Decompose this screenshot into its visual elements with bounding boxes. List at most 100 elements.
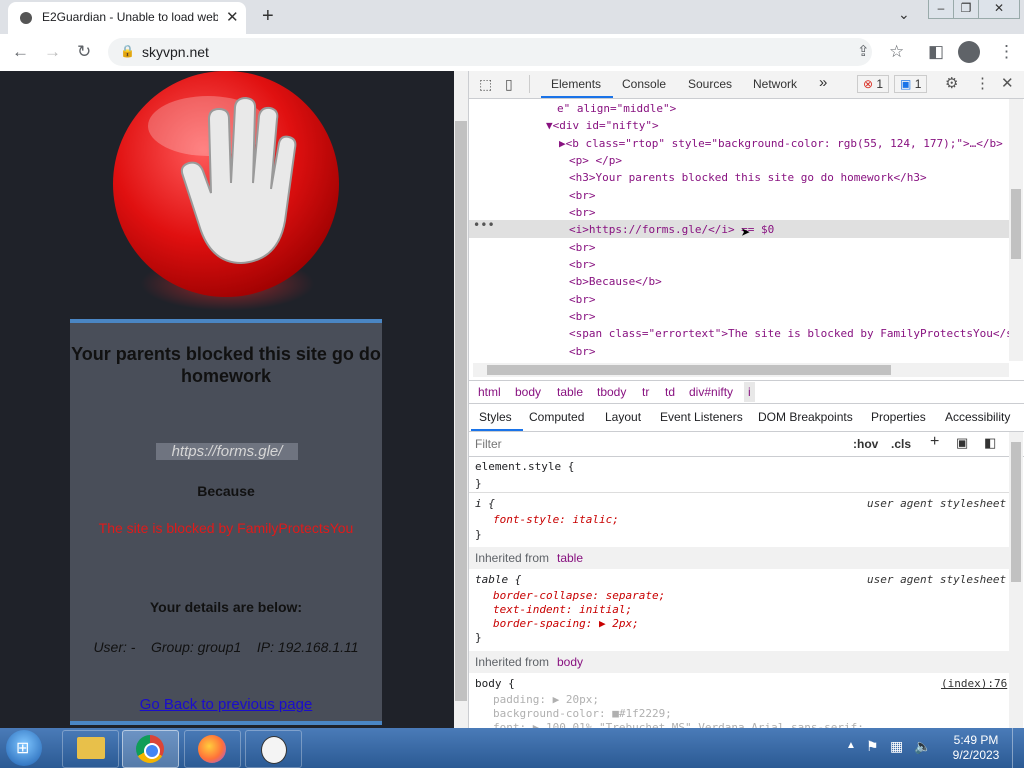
settings-gear-icon[interactable]: ⚙ xyxy=(945,74,958,92)
styles-scrollbar[interactable] xyxy=(1009,432,1023,728)
tab-sources[interactable]: Sources xyxy=(688,77,732,91)
dom-node[interactable]: ▼<div id="nifty"> xyxy=(546,119,659,132)
dom-node[interactable]: <span class="errortext">The site is bloc… xyxy=(569,327,1009,340)
tab-network[interactable]: Network xyxy=(753,77,797,91)
dom-node[interactable]: <br> xyxy=(569,258,596,271)
rule-body-selector[interactable]: body { xyxy=(475,677,515,690)
divider xyxy=(529,75,530,93)
lock-icon[interactable]: 🔒 xyxy=(120,44,135,58)
tab-search-icon[interactable]: ⌄ xyxy=(898,6,910,23)
crumb-html[interactable]: html xyxy=(478,385,501,399)
dom-node[interactable]: <br> xyxy=(569,189,596,202)
prop-background-color[interactable]: background-color: ■#1f2229; xyxy=(493,707,672,720)
rule-element-style[interactable]: element.style { xyxy=(475,460,574,473)
dom-node[interactable]: <br> xyxy=(569,241,596,254)
crumb-td[interactable]: td xyxy=(665,385,675,399)
dom-node[interactable]: <br> xyxy=(569,293,596,306)
browser-tab[interactable]: E2Guardian - Unable to load web page ✕ xyxy=(8,2,246,34)
prop-padding[interactable]: padding: ▶ 20px; xyxy=(493,693,599,706)
toggle-sidebar-icon[interactable]: ◧ xyxy=(984,435,996,451)
reload-icon[interactable]: ↻ xyxy=(77,42,91,62)
chrome-menu-icon[interactable]: ⋮ xyxy=(998,42,1015,62)
prop-text-indent[interactable]: text-indent: initial; xyxy=(493,603,632,616)
error-counter[interactable]: ⊗ 1 xyxy=(857,75,890,93)
close-tab-icon[interactable]: ✕ xyxy=(226,8,239,26)
dom-node[interactable]: <br> xyxy=(569,345,596,358)
profile-avatar[interactable] xyxy=(958,41,980,63)
clock[interactable]: 5:49 PM 9/2/2023 xyxy=(946,733,1006,763)
dom-node[interactable]: <h3>Your parents blocked this site go do… xyxy=(569,171,927,184)
inherited-table-link[interactable]: table xyxy=(557,551,583,565)
restore-button[interactable]: ❐ xyxy=(953,0,979,19)
rule-i-selector[interactable]: i { xyxy=(475,497,495,510)
prop-border-spacing[interactable]: border-spacing: ▶ 2px; xyxy=(493,617,639,630)
crumb-div-nifty[interactable]: div#nifty xyxy=(689,385,733,399)
crumb-tr[interactable]: tr xyxy=(642,385,649,399)
window-close-button[interactable]: ✕ xyxy=(978,0,1020,19)
tab-layout[interactable]: Layout xyxy=(605,410,641,424)
node-ellipsis-icon[interactable]: ••• xyxy=(473,218,495,232)
tab-computed[interactable]: Computed xyxy=(529,410,584,424)
elements-scroll-thumb[interactable] xyxy=(1011,189,1021,259)
dom-node[interactable]: e" align="middle"> xyxy=(557,102,676,115)
prop-font[interactable]: font: ▶ 100.01% "Trebuchet MS" Verdana A… xyxy=(493,721,864,728)
bookmark-star-icon[interactable]: ☆ xyxy=(889,42,904,62)
inspect-element-icon[interactable]: ⬚ xyxy=(479,76,492,93)
tab-event-listeners[interactable]: Event Listeners xyxy=(660,410,743,424)
network-icon[interactable]: ▦ xyxy=(890,738,903,755)
taskbar-firefox[interactable] xyxy=(184,730,241,768)
hov-toggle[interactable]: :hov xyxy=(853,437,878,451)
dom-node[interactable]: <br> xyxy=(569,206,596,219)
crumb-body[interactable]: body xyxy=(515,385,541,399)
tab-styles[interactable]: Styles xyxy=(479,410,512,424)
cls-toggle[interactable]: .cls xyxy=(891,437,911,451)
more-tabs-icon[interactable]: » xyxy=(819,74,827,91)
taskbar-chrome[interactable] xyxy=(122,730,179,768)
volume-icon[interactable]: 🔈 xyxy=(914,738,931,755)
action-center-icon[interactable]: ⚑ xyxy=(866,738,879,755)
message-counter[interactable]: ▣ 1 xyxy=(894,75,928,93)
taskbar-app[interactable] xyxy=(245,730,302,768)
minimize-button[interactable]: ‒ xyxy=(928,0,954,19)
crumb-tbody[interactable]: tbody xyxy=(597,385,626,399)
tab-dom-breakpoints[interactable]: DOM Breakpoints xyxy=(758,410,853,424)
crumb-table[interactable]: table xyxy=(557,385,583,399)
prop-font-style[interactable]: font-style: italic; xyxy=(493,513,619,526)
body-source-link[interactable]: (index):76 xyxy=(941,677,1007,690)
side-panel-icon[interactable]: ◧ xyxy=(928,42,944,62)
elements-hscroll-thumb[interactable] xyxy=(487,365,891,375)
inherited-body-link[interactable]: body xyxy=(557,655,583,669)
show-desktop-button[interactable] xyxy=(1012,728,1024,768)
dom-node[interactable]: <p> </p> xyxy=(569,154,622,167)
dom-node[interactable]: <br> xyxy=(569,310,596,323)
dom-node[interactable]: <b>Because</b> xyxy=(569,275,662,288)
close-devtools-icon[interactable]: ✕ xyxy=(1001,74,1014,92)
dom-node[interactable]: ▶<b class="rtop" style="background-color… xyxy=(559,137,1003,150)
address-bar[interactable]: 🔒 skyvpn.net xyxy=(108,38,872,66)
new-rule-icon[interactable]: + xyxy=(930,433,939,451)
start-button[interactable]: ⊞ xyxy=(6,730,42,766)
share-icon[interactable]: ⇪ xyxy=(857,42,870,60)
devtools-menu-icon[interactable]: ⋮ xyxy=(975,74,990,92)
show-hidden-icons[interactable]: ▲ xyxy=(846,740,856,751)
forward-icon[interactable]: → xyxy=(44,42,61,62)
page-scrollbar[interactable] xyxy=(454,71,468,728)
elements-hscrollbar[interactable] xyxy=(473,363,1009,377)
rule-table-selector[interactable]: table { xyxy=(475,573,521,586)
tab-properties[interactable]: Properties xyxy=(871,410,926,424)
paint-brush-icon[interactable]: ▣ xyxy=(956,435,968,451)
page-scroll-thumb[interactable] xyxy=(455,121,467,701)
tab-elements[interactable]: Elements xyxy=(551,77,601,91)
taskbar-explorer[interactable] xyxy=(62,730,119,768)
tab-accessibility[interactable]: Accessibility xyxy=(945,410,1010,424)
tab-console[interactable]: Console xyxy=(622,77,666,91)
go-back-link[interactable]: Go Back to previous page xyxy=(70,696,382,713)
prop-border-collapse[interactable]: border-collapse: separate; xyxy=(493,589,665,602)
device-toolbar-icon[interactable]: ▯ xyxy=(505,76,513,93)
styles-scroll-thumb[interactable] xyxy=(1011,442,1021,582)
styles-filter-input[interactable] xyxy=(473,435,837,453)
new-tab-button[interactable]: + xyxy=(262,5,274,28)
back-icon[interactable]: ← xyxy=(12,42,29,62)
elements-scrollbar[interactable] xyxy=(1009,99,1023,361)
crumb-i[interactable]: i xyxy=(744,382,755,402)
